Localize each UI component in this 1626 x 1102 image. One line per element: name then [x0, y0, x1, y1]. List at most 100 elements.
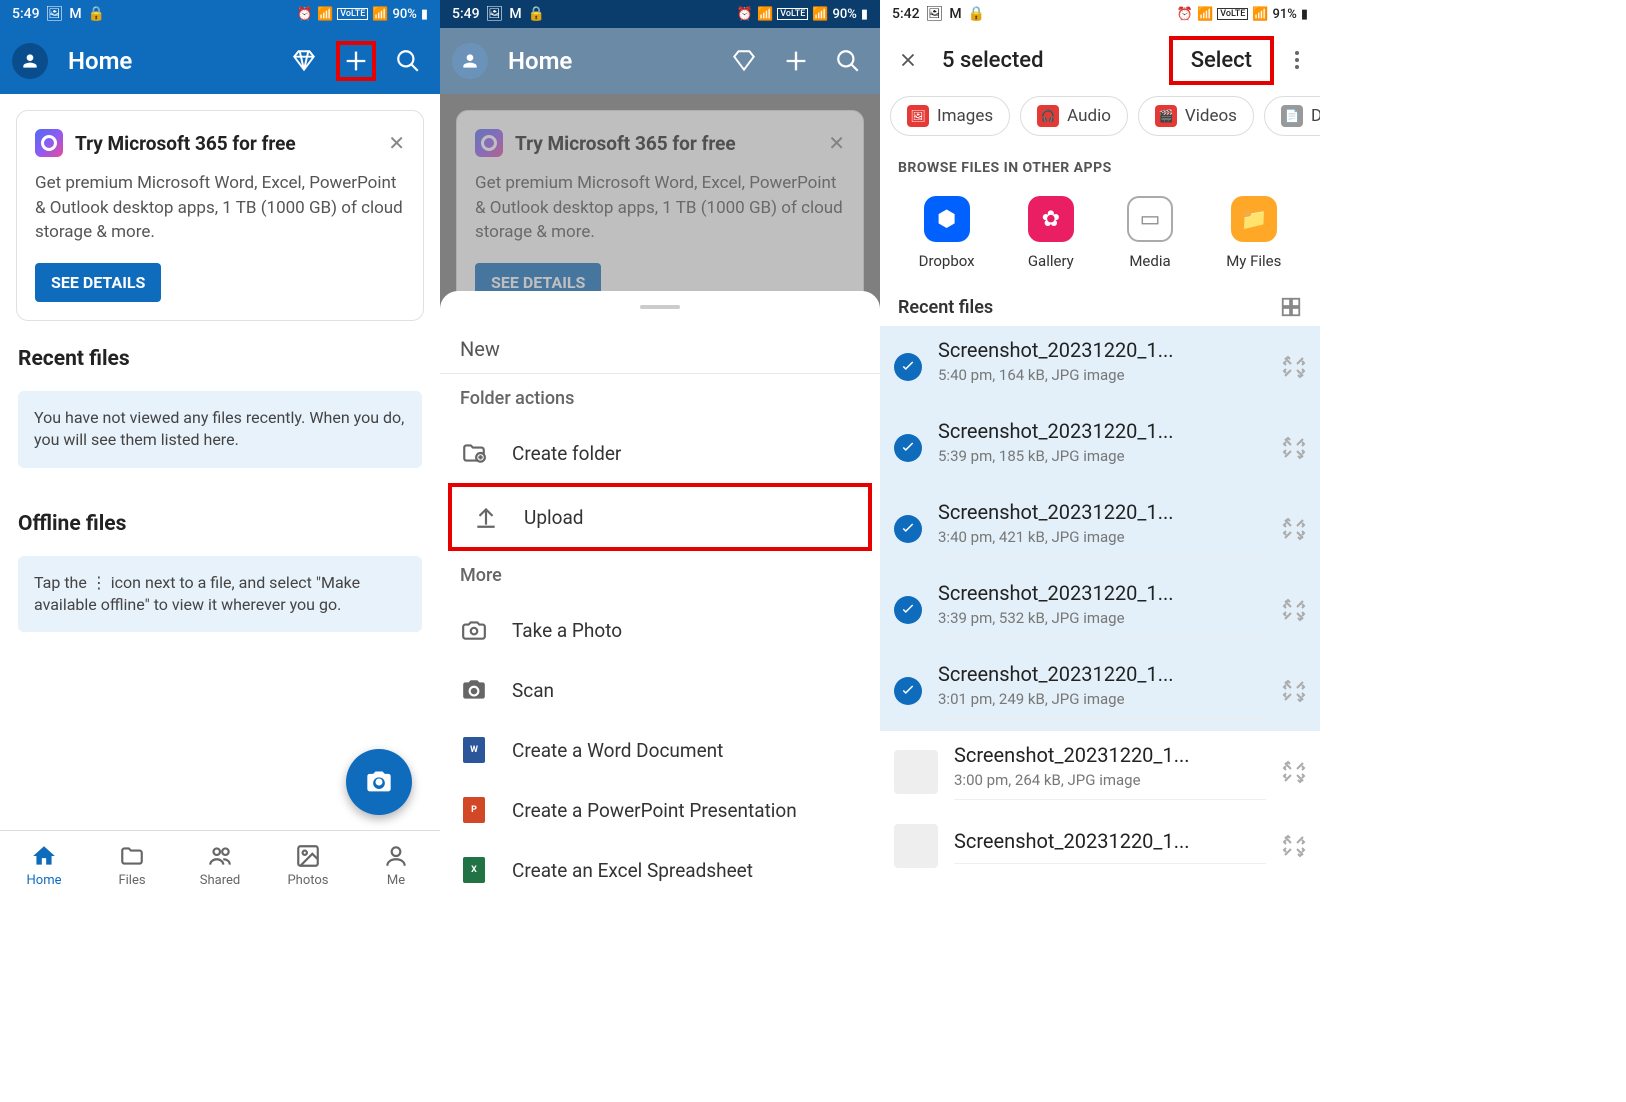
status-time: 5:42 — [892, 6, 920, 22]
myfiles-icon: 📁 — [1231, 196, 1277, 242]
file-item[interactable]: Screenshot_20231220_1...5:40 pm, 164 kB,… — [880, 326, 1320, 407]
file-item[interactable]: Screenshot_20231220_1...3:39 pm, 532 kB,… — [880, 569, 1320, 650]
chip-documents[interactable]: 📄 Do — [1264, 96, 1320, 136]
app-label: Dropbox — [919, 252, 975, 270]
camera-fab[interactable] — [346, 749, 412, 815]
file-thumbnail — [894, 824, 938, 868]
chip-images[interactable]: 🖼 Images — [890, 96, 1010, 136]
lock-icon: 🔒 — [968, 6, 985, 22]
app-media[interactable]: ▭ Media — [1127, 196, 1173, 270]
status-bar: 5:49 🖼 M 🔒 ⏰ 📶 VoLTE 📶 90% ▮ — [0, 0, 440, 28]
expand-icon[interactable] — [1282, 517, 1306, 541]
nav-label: Home — [27, 873, 62, 888]
expand-icon[interactable] — [1282, 598, 1306, 622]
volte-icon: VoLTE — [777, 8, 808, 20]
document-icon: 📄 — [1281, 105, 1303, 127]
more-menu-icon[interactable] — [1282, 51, 1312, 69]
alarm-icon: ⏰ — [737, 7, 753, 22]
expand-icon[interactable] — [1282, 436, 1306, 460]
more-label: More — [440, 551, 880, 600]
create-folder-item[interactable]: Create folder — [440, 423, 880, 483]
see-details-button[interactable]: SEE DETAILS — [35, 263, 161, 302]
app-gallery[interactable]: ✿ Gallery — [1028, 196, 1074, 270]
diamond-icon — [724, 41, 764, 81]
file-name: Screenshot_20231220_1... — [954, 829, 1266, 853]
signal-icon: 📶 — [812, 7, 828, 22]
nav-files[interactable]: Files — [88, 831, 176, 900]
file-item[interactable]: Screenshot_20231220_1... — [880, 812, 1320, 880]
page-title: Home — [508, 47, 572, 75]
app-bar: Home — [0, 28, 440, 94]
file-item[interactable]: Screenshot_20231220_1...3:01 pm, 249 kB,… — [880, 650, 1320, 731]
sheet-handle[interactable] — [640, 305, 680, 309]
mail-icon: M — [949, 6, 961, 22]
nav-home[interactable]: Home — [0, 831, 88, 900]
expand-icon[interactable] — [1282, 760, 1306, 784]
create-word-label: Create a Word Document — [512, 739, 723, 762]
excel-icon: X — [460, 856, 488, 884]
expand-icon[interactable] — [1282, 679, 1306, 703]
word-icon: W — [460, 736, 488, 764]
file-item[interactable]: Screenshot_20231220_1...5:39 pm, 185 kB,… — [880, 407, 1320, 488]
volte-icon: VoLTE — [337, 8, 368, 20]
page-title: Home — [68, 47, 132, 75]
audio-icon: 🎧 — [1037, 105, 1059, 127]
create-folder-label: Create folder — [512, 442, 621, 465]
file-item[interactable]: Screenshot_20231220_1...3:40 pm, 421 kB,… — [880, 488, 1320, 569]
expand-icon[interactable] — [1282, 834, 1306, 858]
file-item[interactable]: Screenshot_20231220_1...3:00 pm, 264 kB,… — [880, 731, 1320, 812]
checkmark-icon — [894, 596, 922, 624]
mail-icon: M — [69, 6, 81, 22]
folder-actions-label: Folder actions — [440, 374, 880, 423]
offline-files-info: Tap the ⋮ icon next to a file, and selec… — [18, 556, 422, 633]
close-icon[interactable] — [888, 40, 928, 80]
selected-count: 5 selected — [942, 48, 1043, 73]
sheet-new-label: New — [440, 325, 880, 373]
checkmark-icon — [894, 677, 922, 705]
checkmark-icon — [894, 434, 922, 462]
scan-label: Scan — [512, 679, 554, 702]
diamond-icon[interactable] — [284, 41, 324, 81]
image-icon: 🖼 — [486, 6, 504, 22]
create-word-item[interactable]: W Create a Word Document — [440, 720, 880, 780]
file-meta: 5:39 pm, 185 kB, JPG image — [938, 447, 1266, 465]
expand-icon[interactable] — [1282, 355, 1306, 379]
nav-label: Files — [118, 873, 145, 888]
nav-me[interactable]: Me — [352, 831, 440, 900]
chip-label: Videos — [1185, 106, 1237, 126]
search-icon[interactable] — [388, 41, 428, 81]
chip-audio[interactable]: 🎧 Audio — [1020, 96, 1128, 136]
folder-plus-icon — [460, 439, 488, 467]
battery-icon: ▮ — [421, 7, 428, 22]
nav-shared[interactable]: Shared — [176, 831, 264, 900]
file-thumbnail — [894, 750, 938, 794]
create-ppt-label: Create a PowerPoint Presentation — [512, 799, 797, 822]
file-name: Screenshot_20231220_1... — [938, 338, 1266, 362]
chip-videos[interactable]: 🎬 Videos — [1138, 96, 1254, 136]
gallery-icon: ✿ — [1028, 196, 1074, 242]
recent-files-heading: Recent files — [0, 337, 440, 381]
upload-item[interactable]: Upload — [452, 487, 868, 547]
bottom-nav: Home Files Shared Photos Me — [0, 830, 440, 900]
upload-icon — [472, 503, 500, 531]
create-ppt-item[interactable]: P Create a PowerPoint Presentation — [440, 780, 880, 840]
take-photo-item[interactable]: Take a Photo — [440, 600, 880, 660]
grid-view-icon[interactable] — [1280, 296, 1302, 318]
mail-icon: M — [509, 6, 521, 22]
select-button[interactable]: Select — [1169, 36, 1274, 85]
recent-files-info: You have not viewed any files recently. … — [18, 391, 422, 468]
create-excel-item[interactable]: X Create an Excel Spreadsheet — [440, 840, 880, 900]
app-myfiles[interactable]: 📁 My Files — [1226, 196, 1281, 270]
file-name: Screenshot_20231220_1... — [954, 743, 1266, 767]
app-label: My Files — [1226, 252, 1281, 270]
close-icon[interactable]: ✕ — [388, 131, 405, 155]
card-title: Try Microsoft 365 for free — [75, 132, 296, 155]
avatar[interactable] — [12, 43, 48, 79]
nav-photos[interactable]: Photos — [264, 831, 352, 900]
file-meta: 3:40 pm, 421 kB, JPG image — [938, 528, 1266, 546]
app-grid: ⬢ Dropbox ✿ Gallery ▭ Media 📁 My Files — [880, 188, 1320, 278]
scan-item[interactable]: Scan — [440, 660, 880, 720]
add-button[interactable] — [336, 41, 376, 81]
file-meta: 3:39 pm, 532 kB, JPG image — [938, 609, 1266, 627]
app-dropbox[interactable]: ⬢ Dropbox — [919, 196, 975, 270]
